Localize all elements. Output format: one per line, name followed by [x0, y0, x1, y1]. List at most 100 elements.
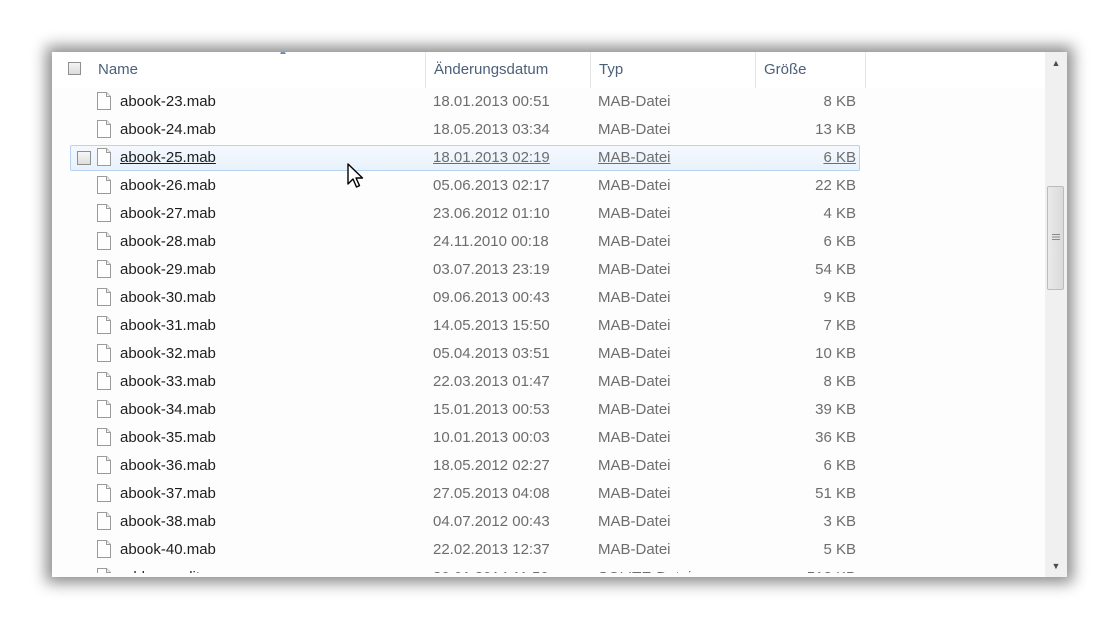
- file-type: MAB-Datei: [598, 121, 671, 138]
- file-modified-date: 18.01.2013 02:19: [433, 149, 550, 166]
- file-name: abook-29.mab: [120, 261, 216, 278]
- file-size: 4 KB: [823, 205, 856, 222]
- file-icon: [97, 260, 111, 278]
- file-row[interactable]: abook-37.mab 27.05.2013 04:08 MAB-Datei 51 …: [52, 480, 1045, 508]
- file-size: 8 KB: [823, 93, 856, 110]
- row-select-checkbox[interactable]: [77, 151, 91, 165]
- file-row[interactable]: abook-33.mab 22.03.2013 01:47 MAB-Datei 8 K…: [52, 368, 1045, 396]
- file-size: 5 KB: [823, 541, 856, 558]
- file-row[interactable]: abook-36.mab 18.05.2012 02:27 MAB-Datei 6 K…: [52, 452, 1045, 480]
- file-name: abook-38.mab: [120, 513, 216, 530]
- file-name: abook-37.mab: [120, 485, 216, 502]
- file-modified-date: 18.05.2012 02:27: [433, 457, 550, 474]
- file-modified-date: 05.04.2013 03:51: [433, 345, 550, 362]
- file-modified-date: 18.05.2013 03:34: [433, 121, 550, 138]
- file-row[interactable]: abook-30.mab 09.06.2013 00:43 MAB-Datei 9 K…: [52, 284, 1045, 312]
- file-name: abook-27.mab: [120, 205, 216, 222]
- mouse-pointer-icon: [347, 163, 364, 188]
- column-header-date[interactable]: Änderungsdatum: [426, 52, 591, 88]
- file-modified-date: 10.01.2013 00:03: [433, 429, 550, 446]
- file-icon: [97, 400, 111, 418]
- file-modified-date: 09.06.2013 00:43: [433, 289, 550, 306]
- file-row[interactable]: abook-38.mab 04.07.2012 00:43 MAB-Datei 3 K…: [52, 508, 1045, 536]
- file-icon: [97, 540, 111, 558]
- file-icon: [97, 484, 111, 502]
- file-name: abook-26.mab: [120, 177, 216, 194]
- file-size: 7 KB: [823, 317, 856, 334]
- file-name: addons.sqlite: [120, 564, 208, 573]
- file-modified-date: 14.05.2013 15:50: [433, 317, 550, 334]
- file-row[interactable]: abook-28.mab 24.11.2010 00:18 MAB-Datei 6 K…: [52, 228, 1045, 256]
- file-icon: [97, 512, 111, 530]
- file-size: 8 KB: [823, 373, 856, 390]
- file-row[interactable]: abook-34.mab 15.01.2013 00:53 MAB-Datei 39 …: [52, 396, 1045, 424]
- file-modified-date: 27.05.2013 04:08: [433, 485, 550, 502]
- file-size: 51 KB: [815, 485, 856, 502]
- file-name: abook-30.mab: [120, 289, 216, 306]
- file-row[interactable]: abook-35.mab 10.01.2013 00:03 MAB-Datei 36 …: [52, 424, 1045, 452]
- file-name: abook-35.mab: [120, 429, 216, 446]
- file-modified-date: 30.01.2014 11:50: [433, 564, 549, 573]
- column-header-name[interactable]: ▲ Name: [90, 52, 426, 88]
- file-modified-date: 22.03.2013 01:47: [433, 373, 550, 390]
- file-row[interactable]: abook-27.mab 23.06.2012 01:10 MAB-Datei 4 K…: [52, 200, 1045, 228]
- file-name: abook-23.mab: [120, 93, 216, 110]
- file-modified-date: 15.01.2013 00:53: [433, 401, 550, 418]
- file-name: abook-40.mab: [120, 541, 216, 558]
- file-size: 9 KB: [823, 289, 856, 306]
- scroll-up-arrow-icon[interactable]: ▲: [1045, 52, 1067, 74]
- file-name: abook-24.mab: [120, 121, 216, 138]
- file-size: 10 KB: [815, 345, 856, 362]
- file-type: MAB-Datei: [598, 149, 671, 166]
- file-row[interactable]: abook-29.mab 03.07.2013 23:19 MAB-Datei 54 …: [52, 256, 1045, 284]
- file-type: SQLITE-Datei: [598, 564, 691, 573]
- file-icon: [97, 568, 111, 573]
- select-all-checkbox[interactable]: [68, 62, 81, 75]
- column-header-size[interactable]: Größe: [756, 52, 866, 88]
- scrollbar-thumb[interactable]: [1047, 186, 1064, 290]
- file-type: MAB-Datei: [598, 429, 671, 446]
- file-row[interactable]: abook-31.mab 14.05.2013 15:50 MAB-Datei 7 K…: [52, 312, 1045, 340]
- file-row[interactable]: addons.sqlite 30.01.2014 11:50 SQLITE-Date…: [52, 564, 1045, 573]
- file-modified-date: 18.01.2013 00:51: [433, 93, 550, 110]
- file-icon: [97, 428, 111, 446]
- column-header-row: ▲ Name Änderungsdatum Typ Größe: [52, 52, 1045, 88]
- file-name: abook-36.mab: [120, 457, 216, 474]
- column-header-name-label: Name: [98, 61, 139, 78]
- file-size: 36 KB: [815, 429, 856, 446]
- file-modified-date: 05.06.2013 02:17: [433, 177, 550, 194]
- file-size: 39 KB: [815, 401, 856, 418]
- column-header-type[interactable]: Typ: [591, 52, 756, 88]
- column-header-type-label: Typ: [599, 61, 624, 78]
- file-row[interactable]: abook-24.mab 18.05.2013 03:34 MAB-Datei 13 …: [52, 116, 1045, 144]
- file-row[interactable]: abook-25.mab 18.01.2013 02:19 MAB-Datei 6 K…: [52, 144, 1045, 172]
- file-name: abook-33.mab: [120, 373, 216, 390]
- file-modified-date: 04.07.2012 00:43: [433, 513, 550, 530]
- file-type: MAB-Datei: [598, 205, 671, 222]
- file-row[interactable]: abook-32.mab 05.04.2013 03:51 MAB-Datei 10 …: [52, 340, 1045, 368]
- file-type: MAB-Datei: [598, 93, 671, 110]
- file-name: abook-25.mab: [120, 149, 216, 166]
- file-type: MAB-Datei: [598, 233, 671, 250]
- file-size: 6 KB: [823, 457, 856, 474]
- file-modified-date: 24.11.2010 00:18: [433, 233, 549, 250]
- file-type: MAB-Datei: [598, 317, 671, 334]
- file-explorer-window: ▲ Name Änderungsdatum Typ Größe abook-23…: [52, 52, 1067, 577]
- scroll-down-arrow-icon[interactable]: ▼: [1045, 555, 1067, 577]
- file-row[interactable]: abook-26.mab 05.06.2013 02:17 MAB-Datei 22 …: [52, 172, 1045, 200]
- vertical-scrollbar[interactable]: ▲ ▼: [1045, 52, 1067, 577]
- file-type: MAB-Datei: [598, 289, 671, 306]
- file-name: abook-34.mab: [120, 401, 216, 418]
- file-size: 3 KB: [823, 513, 856, 530]
- column-header-date-label: Änderungsdatum: [434, 61, 549, 78]
- file-row[interactable]: abook-40.mab 22.02.2013 12:37 MAB-Datei 5 K…: [52, 536, 1045, 564]
- file-modified-date: 22.02.2013 12:37: [433, 541, 550, 558]
- file-name: abook-28.mab: [120, 233, 216, 250]
- file-type: MAB-Datei: [598, 401, 671, 418]
- file-icon: [97, 232, 111, 250]
- file-icon: [97, 316, 111, 334]
- file-size: 54 KB: [815, 261, 856, 278]
- file-row[interactable]: abook-23.mab 18.01.2013 00:51 MAB-Datei 8 K…: [52, 88, 1045, 116]
- file-type: MAB-Datei: [598, 485, 671, 502]
- file-icon: [97, 344, 111, 362]
